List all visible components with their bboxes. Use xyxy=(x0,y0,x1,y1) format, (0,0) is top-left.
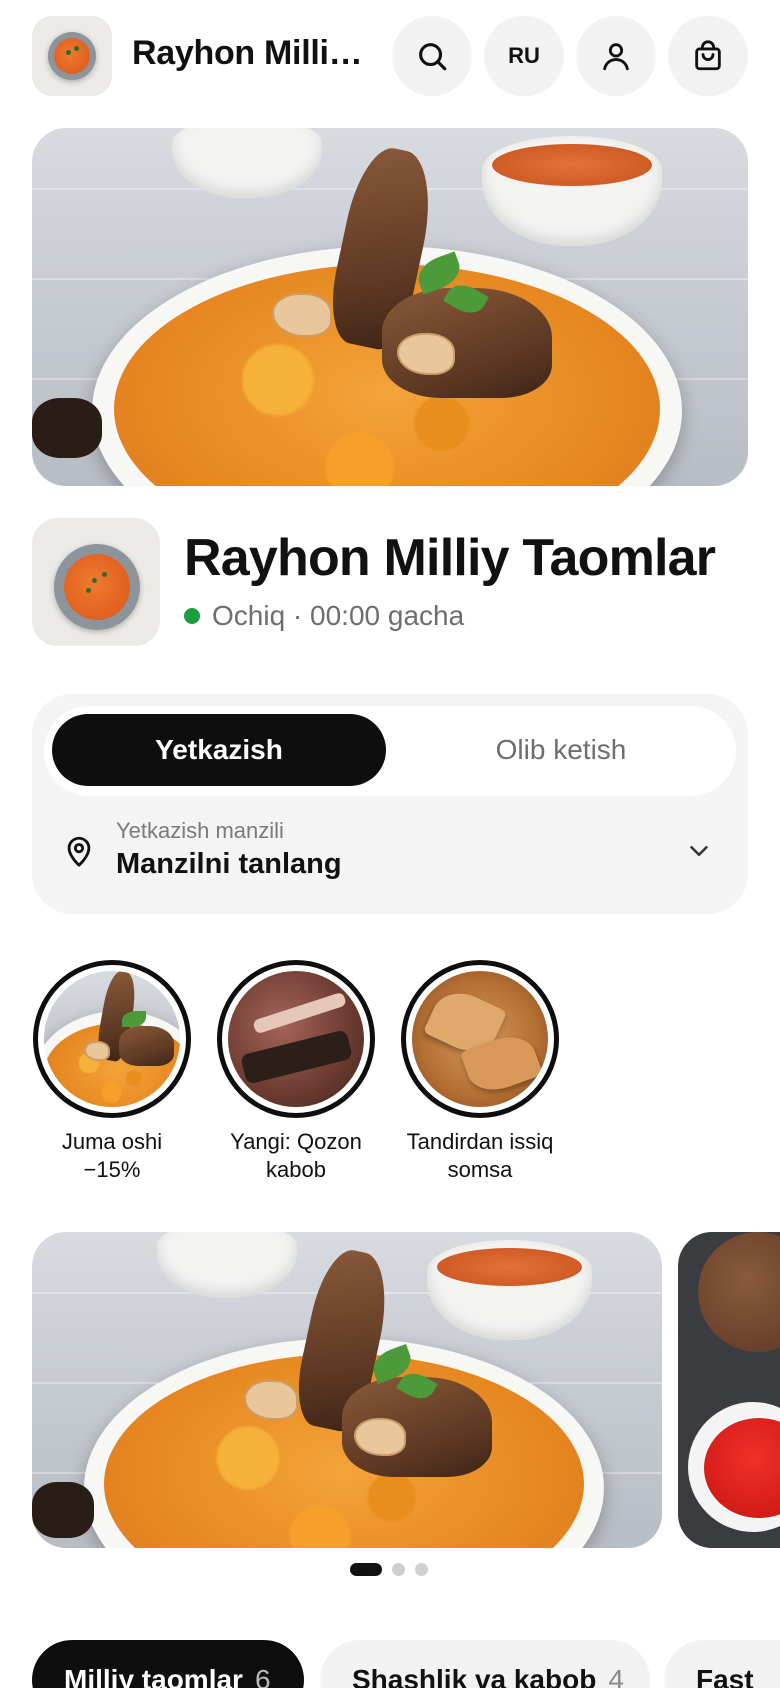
story-label: Tandirdan issiq somsa xyxy=(406,1129,554,1182)
story-image xyxy=(44,971,180,1107)
shopping-bag-icon xyxy=(695,40,721,71)
status-text: Ochiq · 00:00 gacha xyxy=(212,600,465,631)
restaurant-avatar xyxy=(32,518,160,646)
cart-button[interactable] xyxy=(668,16,748,96)
story-ring xyxy=(401,960,559,1118)
story-image xyxy=(412,971,548,1107)
header-title: Rayhon Milliy Taomlar xyxy=(132,34,372,72)
address-label: Yetkazish manzili xyxy=(116,818,284,843)
story-ring xyxy=(33,960,191,1118)
user-icon xyxy=(603,43,629,71)
hero-image xyxy=(32,128,748,486)
language-label: RU xyxy=(508,43,540,68)
location-pin-icon xyxy=(67,836,91,867)
tab-pickup[interactable]: Olib ketish xyxy=(394,714,728,786)
category-chip-fast[interactable]: Fast xyxy=(664,1640,780,1688)
story-item[interactable]: Juma oshi −15% xyxy=(32,960,192,1184)
story-item[interactable]: Yangi: Qozon kabob xyxy=(216,960,376,1184)
category-chip-shashlik[interactable]: Shashlik va kabob 4 xyxy=(320,1640,650,1688)
search-icon xyxy=(419,43,447,71)
restaurant-status: Ochiq · 00:00 gacha xyxy=(184,600,464,632)
story-label: Yangi: Qozon kabob xyxy=(230,1129,362,1182)
delivery-card: Yetkazish Olib ketish Yetkazish manzili … xyxy=(32,694,748,914)
delivery-mode-toggle: Yetkazish Olib ketish xyxy=(44,706,736,796)
carousel-dot[interactable] xyxy=(415,1563,428,1576)
profile-button[interactable] xyxy=(576,16,656,96)
restaurant-name: Rayhon Milliy Taomlar xyxy=(184,529,716,587)
category-chip-milliy-taomlar[interactable]: Milliy taomlar 6 xyxy=(32,1640,304,1688)
promo-banner[interactable] xyxy=(32,1232,662,1548)
address-value: Manzilni tanlang xyxy=(116,848,342,880)
language-button[interactable]: RU xyxy=(484,16,564,96)
promo-banner-next[interactable] xyxy=(678,1232,780,1548)
story-image xyxy=(228,971,364,1107)
chevron-down-icon xyxy=(690,846,708,856)
address-selector[interactable]: Yetkazish manzili Manzilni tanlang xyxy=(32,812,748,902)
carousel-pagination xyxy=(350,1563,428,1576)
category-count: 6 xyxy=(254,1664,271,1688)
story-ring xyxy=(217,960,375,1118)
open-status-dot xyxy=(184,608,200,624)
restaurant-logo[interactable] xyxy=(32,16,112,96)
category-name: Shashlik va kabob xyxy=(352,1664,597,1688)
category-count: 4 xyxy=(608,1664,624,1688)
story-label: Juma oshi −15% xyxy=(61,1129,163,1182)
top-bar: Rayhon Milliy Taomlar RU xyxy=(0,0,780,112)
carousel-dot[interactable] xyxy=(392,1563,405,1576)
category-name: Fast xyxy=(696,1664,754,1688)
story-item[interactable]: Tandirdan issiq somsa xyxy=(400,960,560,1184)
tab-delivery[interactable]: Yetkazish xyxy=(52,714,386,786)
carousel-dot-active[interactable] xyxy=(350,1563,382,1576)
category-name: Milliy taomlar xyxy=(64,1664,243,1688)
search-button[interactable] xyxy=(392,16,472,96)
